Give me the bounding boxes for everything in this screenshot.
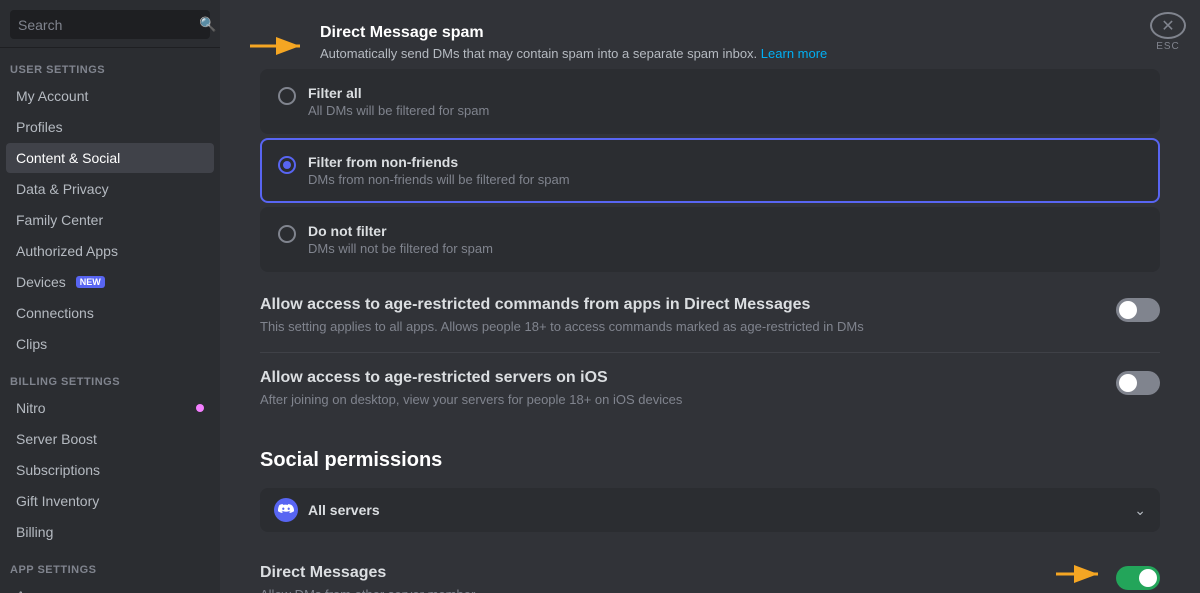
radio-title: Filter from non-friends bbox=[308, 154, 570, 170]
sidebar-item-label: Gift Inventory bbox=[16, 493, 99, 509]
toggle-row-age-restricted-ios: Allow access to age-restricted servers o… bbox=[260, 353, 1160, 425]
radio-card-do-not-filter[interactable]: Do not filter DMs will not be filtered fo… bbox=[260, 207, 1160, 272]
spam-header: Direct Message spam Automatically send D… bbox=[320, 24, 1160, 61]
main-content: ✕ ESC Direct Message spam Automatically … bbox=[220, 0, 1200, 593]
toggle-text: Allow access to age-restricted servers o… bbox=[260, 369, 682, 409]
radio-desc: DMs will not be filtered for spam bbox=[308, 241, 493, 256]
sidebar-item-data-privacy[interactable]: Data & Privacy bbox=[6, 174, 214, 204]
sidebar-item-appearance[interactable]: Appearance bbox=[6, 581, 214, 593]
social-permissions-heading: Social permissions bbox=[260, 449, 1160, 472]
radio-desc: DMs from non-friends will be filtered fo… bbox=[308, 172, 570, 187]
content-wrapper: Direct Message spam Automatically send D… bbox=[260, 24, 1160, 593]
chevron-down-icon: ⌄ bbox=[1134, 502, 1146, 519]
sidebar-item-label: My Account bbox=[16, 88, 88, 104]
sidebar-item-server-boost[interactable]: Server Boost bbox=[6, 424, 214, 454]
sidebar-item-my-account[interactable]: My Account bbox=[6, 81, 214, 111]
sidebar-section-label: APP SETTINGS bbox=[0, 548, 220, 580]
sidebar-item-label: Data & Privacy bbox=[16, 181, 109, 197]
sidebar-sections: USER SETTINGS My Account Profiles Content &… bbox=[0, 48, 220, 593]
sidebar-item-label: Content & Social bbox=[16, 150, 120, 166]
search-input[interactable] bbox=[18, 17, 199, 33]
radio-title: Do not filter bbox=[308, 223, 493, 239]
sidebar-item-label: Authorized Apps bbox=[16, 243, 118, 259]
social-toggle-title: Direct Messages bbox=[260, 564, 475, 582]
sidebar-item-nitro[interactable]: Nitro bbox=[6, 393, 214, 423]
arrow-indicator-toggle bbox=[1056, 562, 1106, 586]
toggle-desc: After joining on desktop, view your serv… bbox=[260, 391, 682, 409]
sidebar-section-label: BILLING SETTINGS bbox=[0, 360, 220, 392]
spam-desc: Automatically send DMs that may contain … bbox=[320, 46, 1160, 61]
sidebar: 🔍 USER SETTINGS My Account Profiles Content… bbox=[0, 0, 220, 593]
toggle-desc: This setting applies to all apps. Allows… bbox=[260, 318, 864, 336]
arrow-indicator-spam bbox=[250, 32, 310, 60]
sidebar-item-label: Connections bbox=[16, 305, 94, 321]
search-box: 🔍 bbox=[0, 0, 220, 48]
sidebar-item-subscriptions[interactable]: Subscriptions bbox=[6, 455, 214, 485]
server-name: All servers bbox=[308, 502, 1124, 518]
nitro-dot bbox=[196, 404, 204, 412]
new-badge: NEW bbox=[76, 276, 105, 288]
sidebar-item-label: Devices bbox=[16, 274, 66, 290]
sidebar-item-label: Family Center bbox=[16, 212, 103, 228]
radio-content: Do not filter DMs will not be filtered fo… bbox=[308, 223, 493, 256]
radio-circle bbox=[278, 87, 296, 105]
spam-title: Direct Message spam bbox=[320, 24, 1160, 42]
toggle-switch-age-restricted-commands[interactable] bbox=[1116, 298, 1160, 322]
sidebar-item-family-center[interactable]: Family Center bbox=[6, 205, 214, 235]
search-input-wrap[interactable]: 🔍 bbox=[10, 10, 210, 39]
spam-learn-more-link[interactable]: Learn more bbox=[761, 46, 827, 61]
social-toggle-row-direct-messages: Direct Messages Allow DMs from other serv… bbox=[260, 548, 1160, 593]
toggle-row-age-restricted-commands: Allow access to age-restricted commands … bbox=[260, 280, 1160, 353]
sidebar-item-connections[interactable]: Connections bbox=[6, 298, 214, 328]
sidebar-item-label: Server Boost bbox=[16, 431, 97, 447]
sidebar-item-devices[interactable]: Devices NEW bbox=[6, 267, 214, 297]
sidebar-item-label: Clips bbox=[16, 336, 47, 352]
radio-circle bbox=[278, 156, 296, 174]
server-selector[interactable]: All servers ⌄ bbox=[260, 488, 1160, 532]
toggle-rows: Allow access to age-restricted commands … bbox=[260, 280, 1160, 425]
radio-card-filter-all[interactable]: Filter all All DMs will be filtered for s… bbox=[260, 69, 1160, 134]
sidebar-item-label: Profiles bbox=[16, 119, 63, 135]
toggle-title: Allow access to age-restricted servers o… bbox=[260, 369, 682, 387]
sidebar-item-clips[interactable]: Clips bbox=[6, 329, 214, 359]
sidebar-item-gift-inventory[interactable]: Gift Inventory bbox=[6, 486, 214, 516]
social-toggle-text: Direct Messages Allow DMs from other serv… bbox=[260, 564, 475, 593]
radio-content: Filter all All DMs will be filtered for s… bbox=[308, 85, 489, 118]
check-mark: ✓ bbox=[1146, 570, 1156, 584]
radio-cards: Filter all All DMs will be filtered for s… bbox=[260, 69, 1160, 272]
radio-content: Filter from non-friends DMs from non-frie… bbox=[308, 154, 570, 187]
sidebar-item-label: Appearance bbox=[16, 588, 92, 593]
toggle-knob bbox=[1119, 301, 1137, 319]
sidebar-item-label: Billing bbox=[16, 524, 53, 540]
sidebar-item-label: Nitro bbox=[16, 400, 46, 416]
radio-title: Filter all bbox=[308, 85, 489, 101]
social-toggle-desc: Allow DMs from other server member bbox=[260, 586, 475, 593]
social-toggle-rows: Direct Messages Allow DMs from other serv… bbox=[260, 548, 1160, 593]
toggle-text: Allow access to age-restricted commands … bbox=[260, 296, 864, 336]
sidebar-item-billing[interactable]: Billing bbox=[6, 517, 214, 547]
social-toggle-switch-direct-messages[interactable]: ✓ bbox=[1116, 566, 1160, 590]
radio-circle bbox=[278, 225, 296, 243]
search-icon: 🔍 bbox=[199, 16, 216, 33]
radio-desc: All DMs will be filtered for spam bbox=[308, 103, 489, 118]
sidebar-item-profiles[interactable]: Profiles bbox=[6, 112, 214, 142]
toggle-title: Allow access to age-restricted commands … bbox=[260, 296, 864, 314]
radio-card-filter-non-friends[interactable]: Filter from non-friends DMs from non-frie… bbox=[260, 138, 1160, 203]
server-icon bbox=[274, 498, 298, 522]
sidebar-item-label: Subscriptions bbox=[16, 462, 100, 478]
sidebar-item-content-social[interactable]: Content & Social bbox=[6, 143, 214, 173]
toggle-switch-age-restricted-ios[interactable] bbox=[1116, 371, 1160, 395]
toggle-knob bbox=[1119, 374, 1137, 392]
sidebar-item-authorized-apps[interactable]: Authorized Apps bbox=[6, 236, 214, 266]
sidebar-section-label: USER SETTINGS bbox=[0, 48, 220, 80]
